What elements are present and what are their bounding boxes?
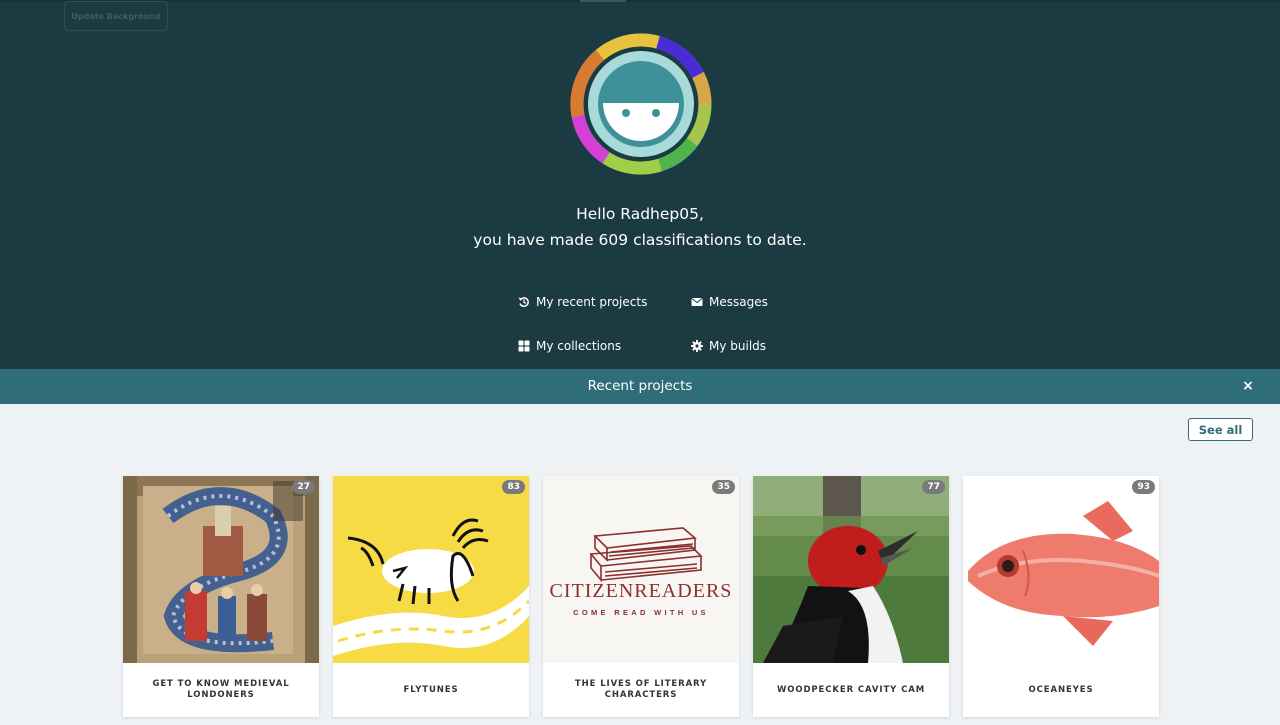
project-card-literary-characters[interactable]: CITIZENREADERS COME READ WITH US 35 THE … bbox=[543, 476, 739, 717]
avatar[interactable] bbox=[570, 33, 712, 175]
project-thumbnail bbox=[753, 476, 949, 663]
classification-count-badge: 35 bbox=[712, 480, 735, 494]
envelope-icon bbox=[691, 298, 703, 306]
classification-count: you have made 609 classifications to dat… bbox=[473, 231, 807, 249]
history-icon bbox=[518, 297, 529, 308]
my-builds-link[interactable]: My builds bbox=[691, 339, 766, 353]
messages-link[interactable]: Messages bbox=[691, 295, 768, 309]
citizenreaders-logo-image: CITIZENREADERS COME READ WITH US bbox=[543, 476, 739, 663]
project-title: WOODPECKER CAVITY CAM bbox=[776, 684, 926, 695]
project-thumbnail bbox=[123, 476, 319, 663]
top-divider-handle bbox=[580, 0, 626, 2]
close-icon[interactable]: × bbox=[1238, 376, 1258, 396]
project-title: FLYTUNES bbox=[403, 684, 459, 695]
svg-text:COME READ WITH US: COME READ WITH US bbox=[573, 608, 709, 617]
my-recent-projects-link[interactable]: My recent projects bbox=[518, 295, 647, 309]
my-collections-link[interactable]: My collections bbox=[518, 339, 621, 353]
fly-drawing-image bbox=[333, 476, 529, 663]
project-card-woodpecker-cavity-cam[interactable]: 77 WOODPECKER CAVITY CAM bbox=[753, 476, 949, 717]
classification-count-badge: 27 bbox=[292, 480, 315, 494]
red-headed-woodpecker-image bbox=[753, 476, 949, 663]
my-recent-projects-label: My recent projects bbox=[536, 295, 648, 309]
illuminated-manuscript-image bbox=[123, 476, 319, 663]
greeting-name: Hello Radhep05, bbox=[576, 205, 704, 223]
project-title: OCEANEYES bbox=[1028, 684, 1094, 695]
avatar-ring-icon bbox=[570, 33, 712, 175]
project-card-flytunes[interactable]: 83 FLYTUNES bbox=[333, 476, 529, 717]
profile-header: Update Background Hello Radhep05, you ha… bbox=[0, 0, 1280, 369]
gear-icon bbox=[691, 340, 703, 352]
recent-projects-title: Recent projects bbox=[587, 378, 693, 394]
grid-icon bbox=[518, 340, 530, 352]
my-collections-label: My collections bbox=[536, 339, 622, 353]
project-card-oceaneyes[interactable]: 93 OCEANEYES bbox=[963, 476, 1159, 717]
messages-label: Messages bbox=[709, 295, 768, 309]
project-title: THE LIVES OF LITERARY CHARACTERS bbox=[574, 679, 708, 700]
update-background-button[interactable]: Update Background bbox=[64, 1, 168, 31]
project-thumbnail bbox=[333, 476, 529, 663]
greeting: Hello Radhep05, you have made 609 classi… bbox=[0, 201, 1280, 253]
svg-text:CITIZENREADERS: CITIZENREADERS bbox=[550, 580, 733, 602]
classification-count-badge: 93 bbox=[1132, 480, 1155, 494]
recent-projects-bar: Recent projects × bbox=[0, 369, 1280, 404]
project-card-medieval-londoners[interactable]: 27 GET TO KNOW MEDIEVAL LONDONERS bbox=[123, 476, 319, 717]
see-all-button[interactable]: See all bbox=[1188, 418, 1253, 441]
my-builds-label: My builds bbox=[709, 339, 767, 353]
project-title: GET TO KNOW MEDIEVAL LONDONERS bbox=[152, 679, 290, 700]
classification-count-badge: 83 bbox=[502, 480, 525, 494]
classification-count-badge: 77 bbox=[922, 480, 945, 494]
top-divider bbox=[0, 0, 1280, 2]
project-thumbnail: CITIZENREADERS COME READ WITH US bbox=[543, 476, 739, 663]
project-thumbnail bbox=[963, 476, 1159, 663]
red-fish-image bbox=[963, 476, 1159, 663]
